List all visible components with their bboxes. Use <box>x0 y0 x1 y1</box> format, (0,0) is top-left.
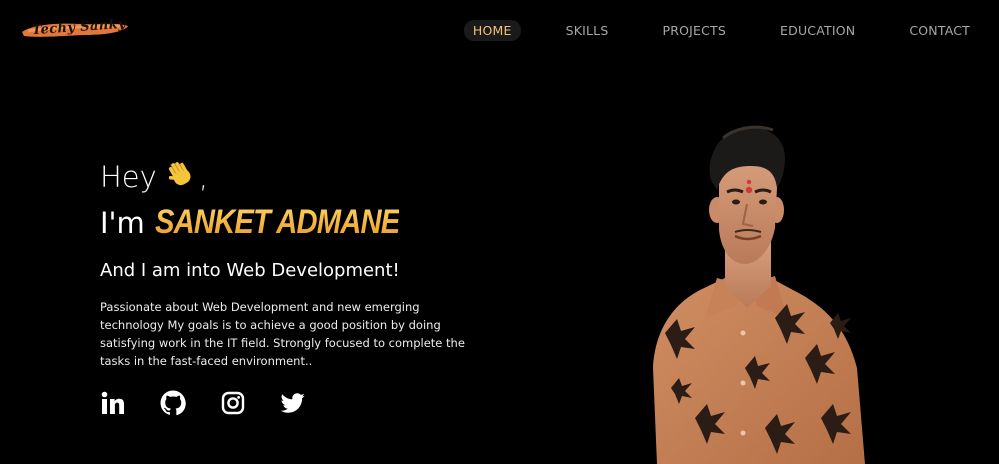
hero-subtitle: And I am into Web Development! <box>100 260 400 281</box>
twitter-icon[interactable] <box>280 390 306 416</box>
nav-skills[interactable]: SKILLS <box>557 20 618 41</box>
intro-prefix: I'm <box>100 206 145 240</box>
main-nav: HOME SKILLS PROJECTS EDUCATION CONTACT <box>463 18 979 42</box>
nav-home[interactable]: HOME <box>463 19 521 41</box>
social-links <box>100 390 340 416</box>
nav-projects[interactable]: PROJECTS <box>653 20 735 41</box>
nav-contact[interactable]: CONTACT <box>900 20 979 41</box>
hero-description: Passionate about Web Development and new… <box>100 300 465 368</box>
instagram-icon[interactable] <box>220 390 246 416</box>
hero-greeting: Hey , <box>100 160 208 194</box>
linkedin-icon[interactable] <box>100 390 126 416</box>
greeting-text: Hey <box>100 160 157 194</box>
greeting-suffix: , <box>198 160 209 194</box>
hero-intro: I'm SANKET ADMANE <box>100 203 439 242</box>
github-icon[interactable] <box>160 390 186 416</box>
site-logo[interactable]: Techy Sanky <box>20 14 130 44</box>
hero-name: SANKET ADMANE <box>154 203 400 241</box>
profile-photo <box>625 118 890 464</box>
waving-hand-icon <box>167 159 197 189</box>
nav-education[interactable]: EDUCATION <box>771 20 864 41</box>
